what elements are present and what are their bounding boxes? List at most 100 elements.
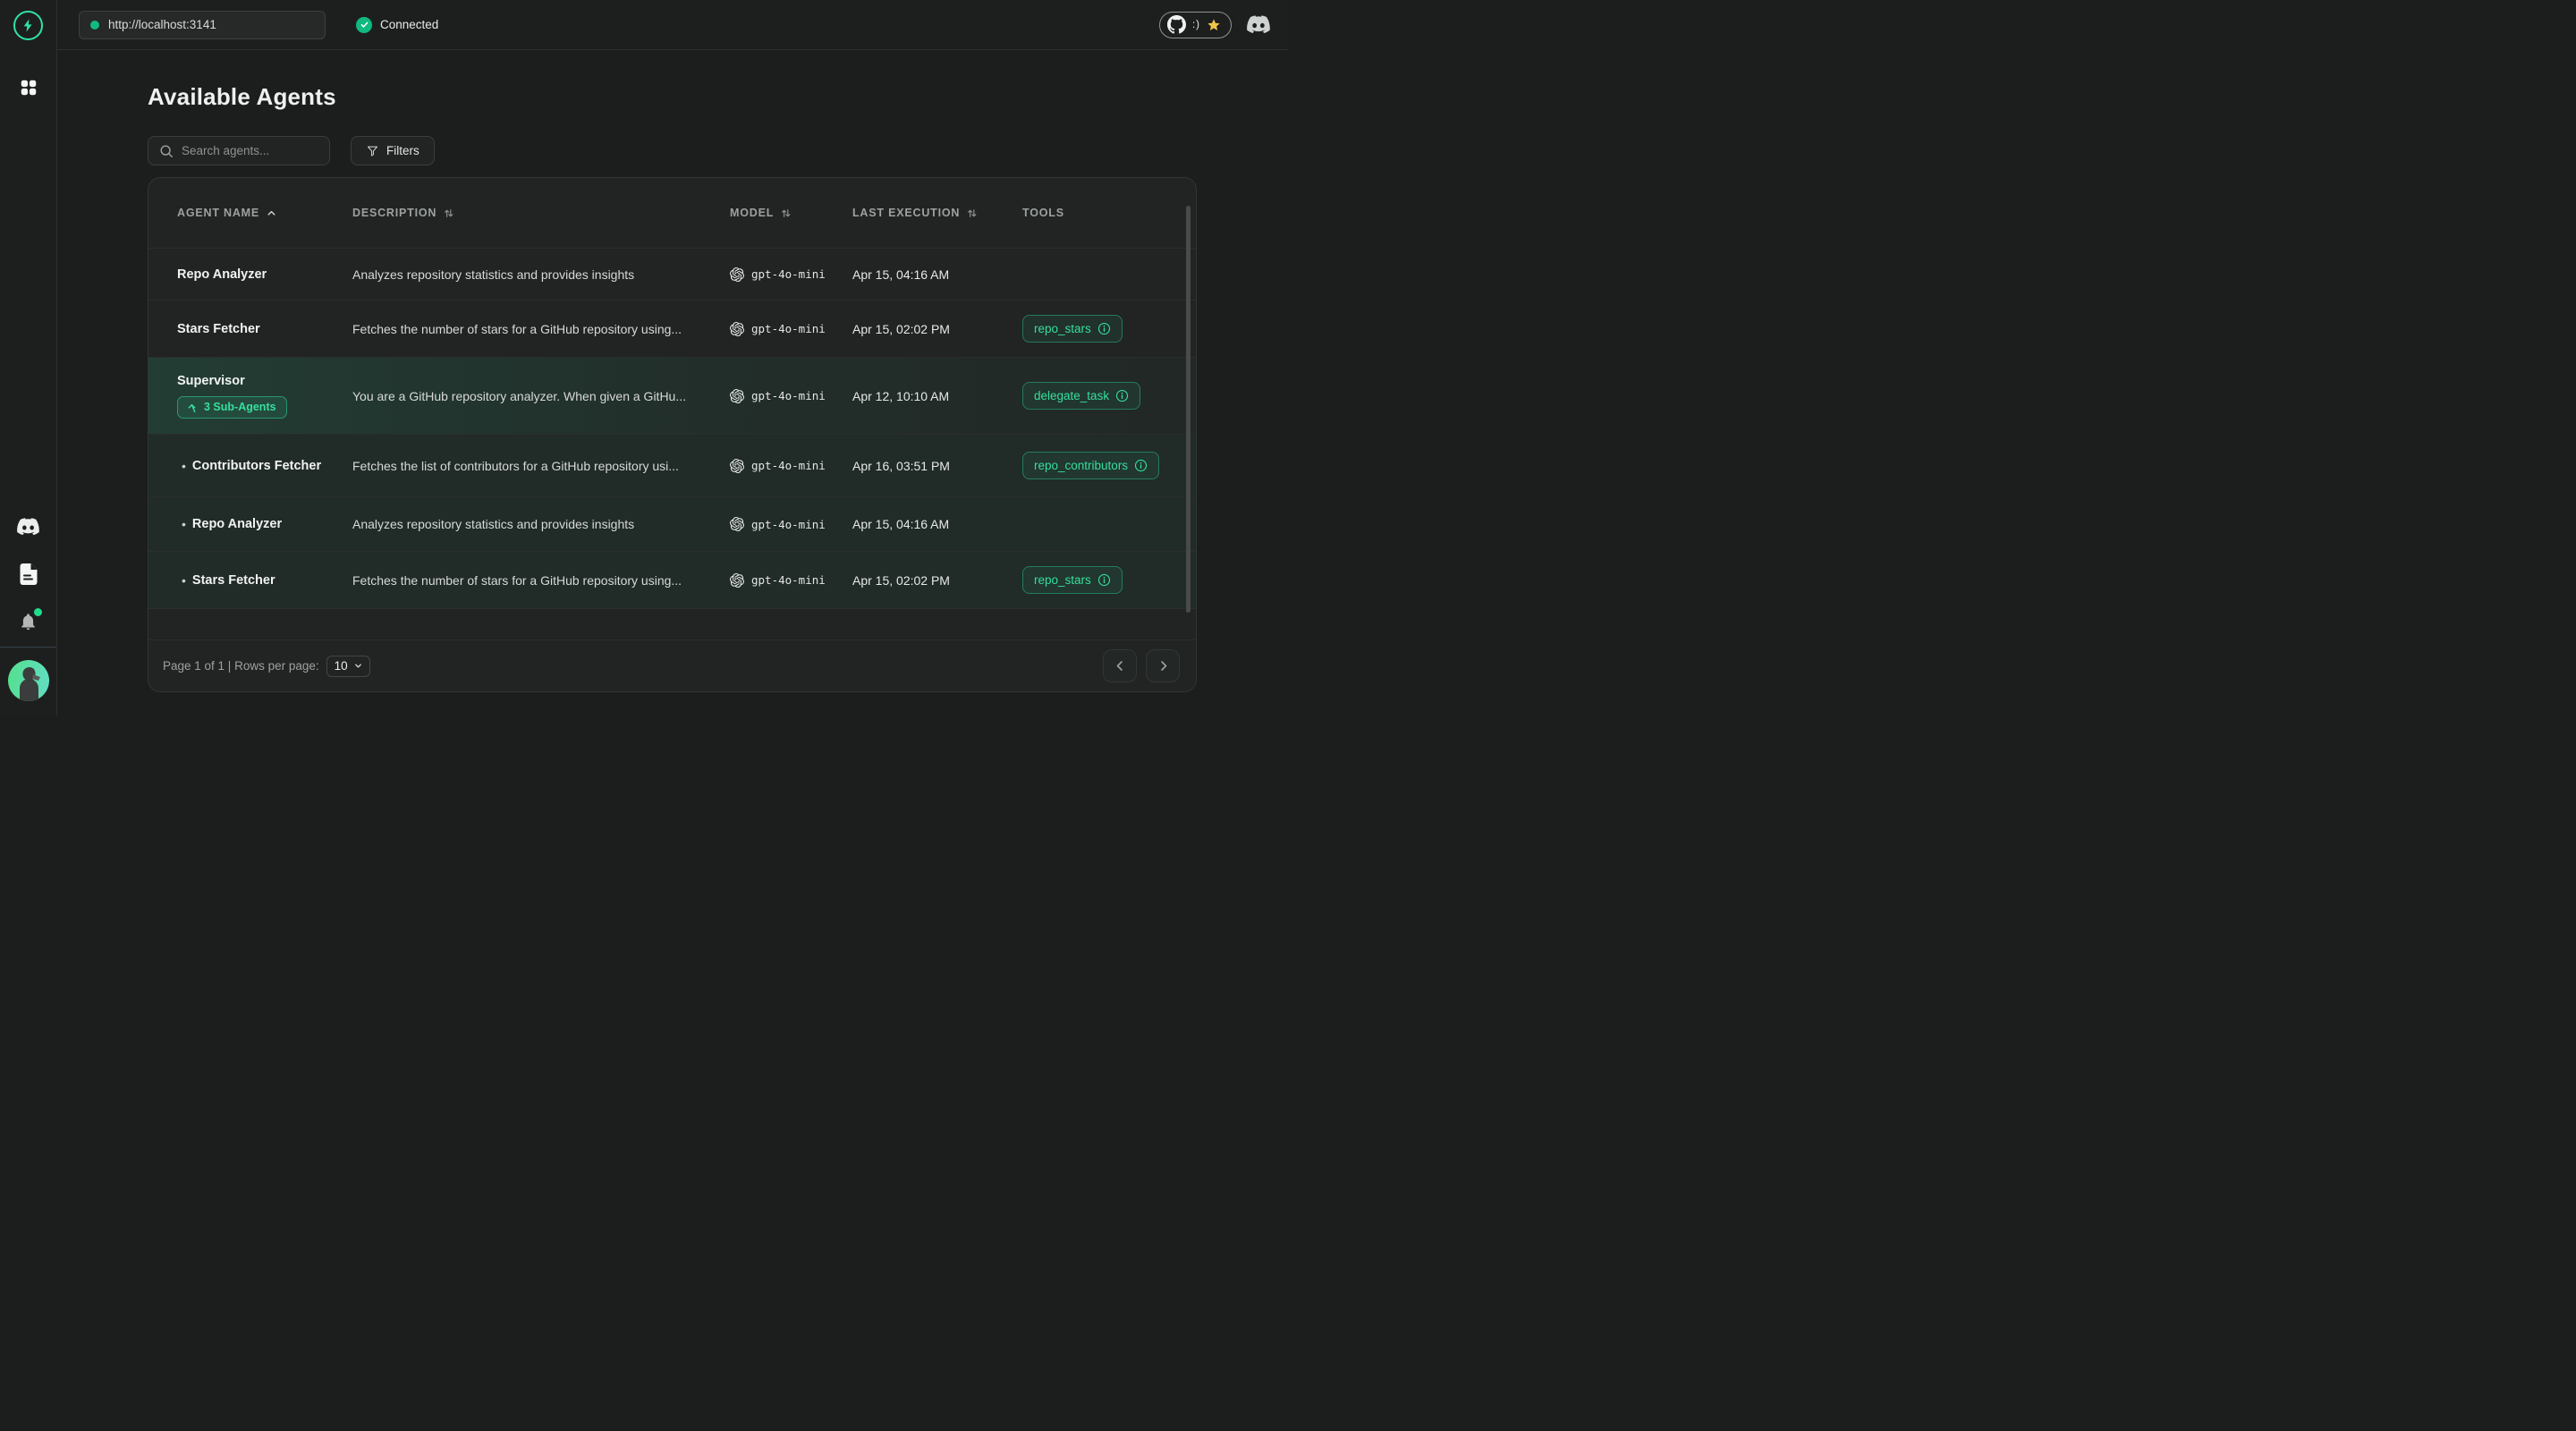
agent-description: Analyzes repository statistics and provi… — [352, 267, 730, 282]
agent-model-cell: gpt-4o-mini — [730, 389, 852, 403]
table-row[interactable]: Stars FetcherFetches the number of stars… — [148, 300, 1196, 357]
pagination-controls — [1103, 649, 1180, 682]
chevron-left-icon — [1113, 658, 1128, 673]
tool-chip[interactable]: repo_stars — [1022, 566, 1123, 594]
discord-icon — [17, 518, 39, 536]
server-url-box[interactable] — [79, 11, 326, 39]
agent-name: Stars Fetcher — [192, 573, 275, 588]
table-row[interactable]: Repo Analyzer Analyzes repository statist… — [148, 248, 1196, 300]
chevron-up-icon — [266, 207, 277, 219]
filters-button[interactable]: Filters — [351, 136, 435, 165]
agent-model-cell: gpt-4o-mini — [730, 573, 852, 588]
openai-icon — [730, 459, 744, 473]
table-row[interactable]: • Stars Fetcher Fetches the number of star… — [148, 551, 1196, 609]
agent-model-cell: gpt-4o-mini — [730, 459, 852, 473]
table-body: Repo Analyzer Analyzes repository statist… — [148, 248, 1196, 609]
github-badge-smiley: :) — [1192, 20, 1200, 30]
agent-tools-cell: repo_stars — [1022, 566, 1160, 594]
agent-model-cell: gpt-4o-mini — [730, 322, 852, 336]
main-content: Available Agents Filters AGENT NAMEDESCR… — [57, 50, 1288, 716]
sidebar-item-discord[interactable] — [17, 518, 39, 536]
sidebar — [0, 0, 57, 716]
info-circle-icon — [1134, 459, 1148, 472]
agent-name: Stars Fetcher — [177, 322, 260, 336]
column-header-tools: TOOLS — [1022, 207, 1160, 219]
column-header-model[interactable]: MODEL — [730, 207, 852, 219]
sidebar-item-docs[interactable] — [19, 563, 38, 585]
tool-chip[interactable]: repo_stars — [1022, 315, 1123, 343]
github-icon — [1167, 15, 1186, 34]
search-box[interactable] — [148, 136, 330, 165]
column-header-agent-name[interactable]: AGENT NAME — [177, 207, 352, 219]
table-row[interactable]: •Contributors FetcherFetches the list of… — [148, 434, 1196, 496]
sub-agents-toggle[interactable]: 3 Sub-Agents — [177, 396, 287, 419]
agent-name-cell: •Contributors Fetcher — [177, 459, 352, 473]
agent-name-cell: • Stars Fetcher — [177, 573, 352, 588]
column-header-description[interactable]: DESCRIPTION — [352, 207, 730, 219]
agent-model-cell: gpt-4o-mini — [730, 267, 852, 282]
agent-name-cell: Supervisor 3 Sub-Agents — [177, 374, 352, 419]
person-silhouette-icon — [8, 660, 49, 701]
search-icon — [159, 144, 174, 158]
sort-arrows-icon — [780, 207, 792, 219]
sidebar-item-notifications[interactable] — [19, 612, 38, 631]
openai-icon — [730, 267, 744, 282]
agent-tools-cell: delegate_task — [1022, 382, 1160, 410]
next-page-button[interactable] — [1146, 649, 1180, 682]
sub-agent-bullet: • — [182, 573, 186, 588]
agent-description: Fetches the number of stars for a GitHub… — [352, 573, 730, 588]
agent-tools-cell: repo_contributors — [1022, 452, 1160, 479]
column-header-label: AGENT NAME — [177, 207, 259, 219]
table-empty-space — [148, 609, 1196, 639]
agent-description: Fetches the list of contributors for a G… — [352, 459, 730, 473]
agent-name-cell: Repo Analyzer — [177, 267, 352, 282]
bolt-icon — [21, 18, 36, 33]
tool-chip[interactable]: repo_contributors — [1022, 452, 1159, 479]
column-header-label: TOOLS — [1022, 207, 1064, 219]
agent-name: Repo Analyzer — [177, 267, 267, 282]
table-row[interactable]: •Repo AnalyzerAnalyzes repository statis… — [148, 496, 1196, 551]
agent-last-execution: Apr 16, 03:51 PM — [852, 459, 1022, 473]
sidebar-item-dashboard[interactable] — [19, 78, 38, 97]
agent-last-execution: Apr 15, 02:02 PM — [852, 573, 1022, 588]
agent-description: You are a GitHub repository analyzer. Wh… — [352, 389, 730, 403]
connection-status: Connected — [356, 17, 438, 33]
notification-dot — [34, 608, 42, 616]
column-header-last-execution[interactable]: LAST EXECUTION — [852, 207, 1022, 219]
agent-model-cell: gpt-4o-mini — [730, 517, 852, 531]
tool-name: repo_stars — [1034, 322, 1091, 335]
chevron-right-icon — [1156, 658, 1171, 673]
check-circle-icon — [356, 17, 372, 33]
vertical-scrollbar[interactable] — [1186, 206, 1191, 613]
sub-agent-bullet: • — [182, 459, 186, 473]
table-footer: Page 1 of 1 | Rows per page: 10 — [148, 639, 1196, 691]
user-avatar[interactable] — [8, 660, 49, 701]
app-logo[interactable] — [13, 11, 43, 40]
tool-chip[interactable]: delegate_task — [1022, 382, 1140, 410]
agent-name-cell: • Repo Analyzer — [177, 517, 352, 531]
chevron-down-icon — [353, 661, 363, 671]
github-star-badge[interactable]: :) — [1159, 12, 1232, 38]
toolbar: Filters — [148, 136, 1197, 165]
sub-agent-bullet: • — [182, 517, 186, 531]
sub-agents-count: 3 Sub-Agents — [204, 401, 276, 413]
agent-name: Repo Analyzer — [192, 517, 282, 531]
agent-name: Supervisor — [177, 374, 245, 388]
previous-page-button[interactable] — [1103, 649, 1137, 682]
discord-icon[interactable] — [1247, 15, 1270, 34]
filter-funnel-icon — [366, 144, 379, 157]
server-status-dot — [90, 21, 99, 30]
connection-status-label: Connected — [380, 18, 438, 31]
agent-model: gpt-4o-mini — [751, 459, 826, 472]
openai-icon — [730, 389, 744, 403]
agents-table-card: AGENT NAME DESCRIPTIONMODELLAST EXECUTION… — [148, 177, 1197, 692]
search-input[interactable] — [182, 144, 318, 157]
topbar: Connected :) — [57, 0, 1288, 50]
server-url-input[interactable] — [108, 18, 314, 31]
document-icon — [19, 563, 38, 585]
agent-model: gpt-4o-mini — [751, 267, 826, 281]
chevron-up-icon — [186, 401, 198, 412]
openai-icon — [730, 322, 744, 336]
rows-per-page-select[interactable]: 10 — [326, 656, 370, 677]
table-row[interactable]: Supervisor 3 Sub-Agents You are a GitHub r… — [148, 357, 1196, 434]
